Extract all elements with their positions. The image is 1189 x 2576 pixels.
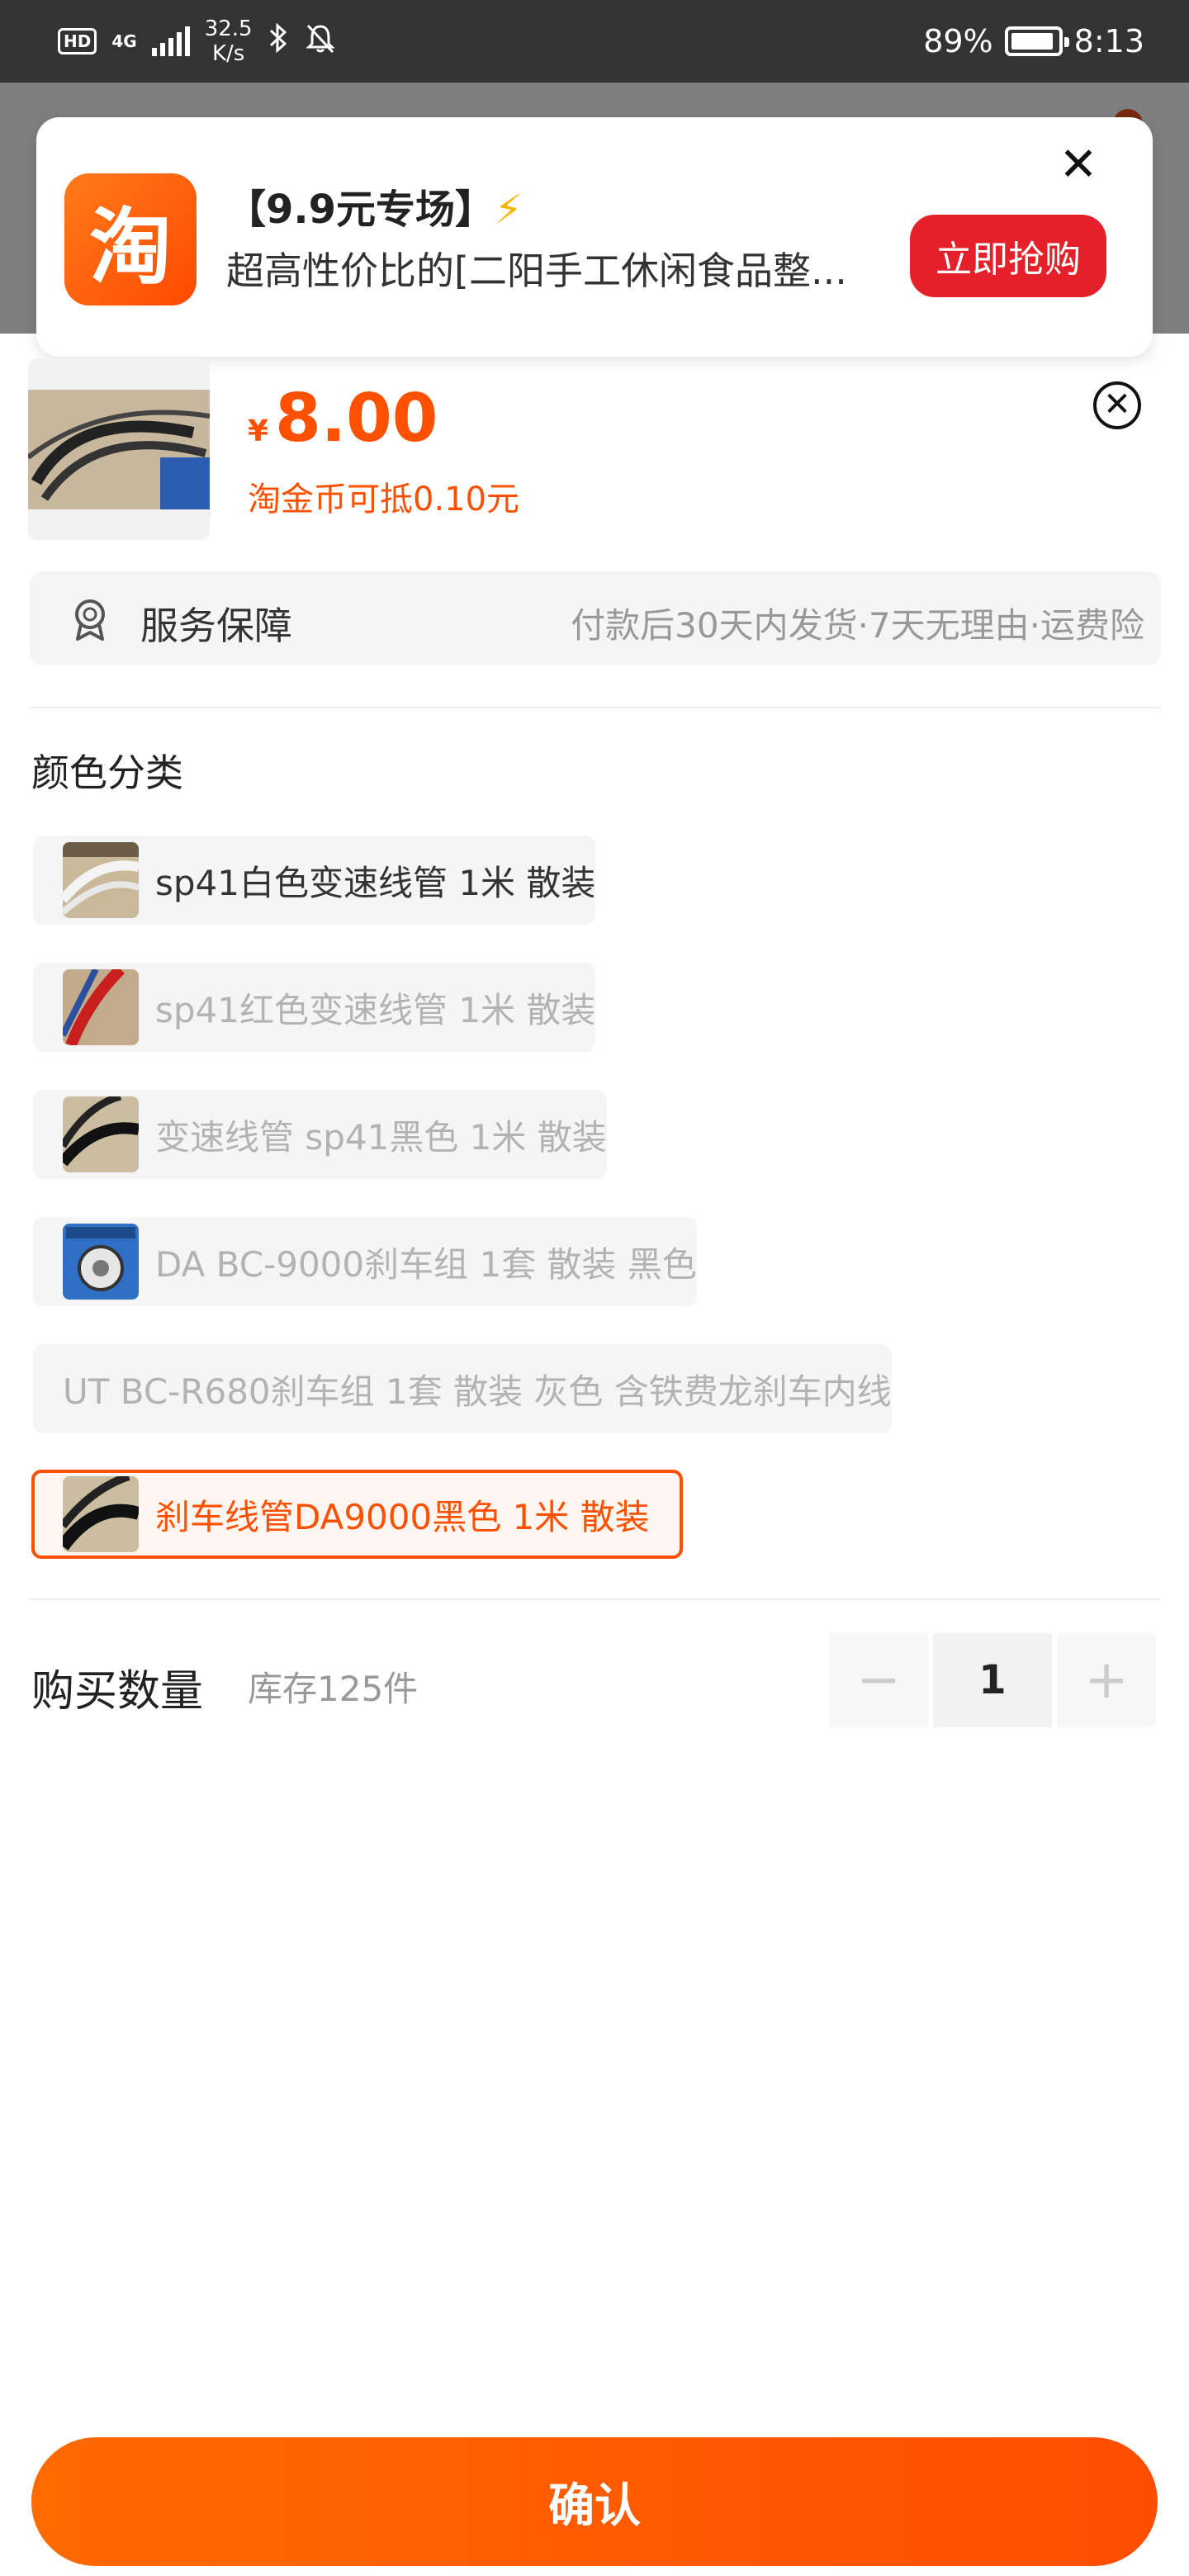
network-type: 4G	[111, 31, 137, 51]
status-bar: HD 4G 32.5 K/s 89% 8:13	[0, 0, 1189, 83]
product-image[interactable]	[28, 358, 210, 540]
network-speed: 32.5 K/s	[205, 17, 253, 66]
variant-thumbnail	[63, 1476, 139, 1552]
notification-title: 【9.9元专场】⚡	[226, 177, 523, 234]
variant-option-5[interactable]: UT BC-R680刹车组 1套 散装 灰色 含铁费龙刹车内线	[33, 1344, 892, 1433]
close-circle-icon[interactable]: ✕	[1093, 381, 1141, 429]
taobao-app-icon: 淘	[64, 173, 197, 305]
variant-option-6-selected[interactable]: 刹车线管DA9000黑色 1米 散装	[31, 1470, 683, 1559]
bluetooth-icon	[268, 21, 289, 62]
variant-label: 刹车线管DA9000黑色 1米 散装	[155, 1496, 650, 1537]
variant-option-2[interactable]: sp41红色变速线管 1米 散装	[33, 963, 596, 1052]
quantity-input[interactable]: 1	[933, 1633, 1052, 1727]
divider	[30, 707, 1161, 708]
confirm-button[interactable]: 确认	[31, 2437, 1158, 2566]
quantity-label: 购买数量	[31, 1667, 204, 1717]
service-label: 服务保障	[140, 604, 292, 648]
variant-label: 变速线管 sp41黑色 1米 散装	[155, 1116, 607, 1158]
notification-text: 超高性价比的[二阳手工休闲食品整...	[226, 249, 847, 293]
status-bar-right: 89% 8:13	[923, 15, 1144, 68]
clock: 8:13	[1073, 23, 1144, 59]
battery-percent: 89%	[923, 23, 993, 59]
variant-option-1[interactable]: sp41白色变速线管 1米 散装	[33, 836, 596, 925]
hd-indicator: HD	[58, 28, 97, 54]
quantity-decrease-button[interactable]: −	[829, 1633, 928, 1727]
quantity-increase-button[interactable]: +	[1057, 1633, 1156, 1727]
close-icon[interactable]: ✕	[1054, 140, 1103, 190]
grab-now-button[interactable]: 立即抢购	[910, 215, 1106, 297]
badge-icon	[66, 594, 114, 642]
network-speed-value: 32.5	[204, 17, 253, 41]
variant-label: sp41白色变速线管 1米 散装	[155, 862, 596, 903]
variant-thumbnail	[63, 1224, 139, 1300]
service-guarantee-row[interactable]: 服务保障 付款后30天内发货·7天无理由·运费险	[30, 571, 1161, 665]
color-category-title: 颜色分类	[31, 751, 183, 795]
variant-thumbnail	[63, 842, 139, 918]
product-price: ¥ 8.00	[248, 380, 438, 457]
notification-title-text: 【9.9元专场】	[226, 187, 495, 233]
status-bar-left: HD 4G 32.5 K/s	[58, 15, 337, 68]
lightning-icon: ⚡	[495, 187, 523, 233]
coin-deduction-note: 淘金币可抵0.10元	[248, 481, 520, 519]
network-speed-unit: K/s	[211, 41, 245, 66]
variant-thumbnail	[63, 1096, 139, 1172]
variant-option-4[interactable]: DA BC-9000刹车组 1套 散装 黑色	[33, 1217, 697, 1306]
battery-icon	[1004, 26, 1069, 56]
currency-symbol: ¥	[248, 414, 269, 448]
app-icon-char: 淘	[89, 198, 172, 296]
price-value: 8.00	[275, 380, 438, 457]
notification-banner[interactable]: 淘 【9.9元专场】⚡ 超高性价比的[二阳手工休闲食品整... ✕ 立即抢购	[36, 117, 1153, 357]
divider	[30, 1598, 1161, 1600]
variant-option-3[interactable]: 变速线管 sp41黑色 1米 散装	[33, 1090, 607, 1179]
variant-label: DA BC-9000刹车组 1套 散装 黑色	[155, 1243, 697, 1285]
service-description: 付款后30天内发货·7天无理由·运费险	[571, 605, 1144, 646]
variant-label: UT BC-R680刹车组 1套 散装 灰色 含铁费龙刹车内线	[63, 1371, 892, 1412]
mute-bell-icon	[304, 21, 337, 62]
variant-thumbnail	[63, 969, 139, 1045]
stock-count: 库存125件	[248, 1669, 419, 1709]
signal-icon	[151, 26, 190, 56]
variant-label: sp41红色变速线管 1米 散装	[155, 989, 596, 1030]
